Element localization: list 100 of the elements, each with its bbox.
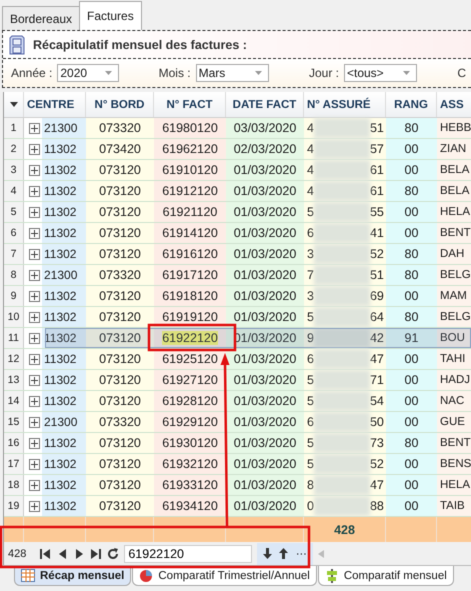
table-row[interactable]: 3 11302 073120 61910120 01/03/2020 4 61 00 BELA bbox=[4, 160, 471, 181]
table-cell: 61916120 bbox=[162, 247, 218, 261]
expand-icon[interactable] bbox=[29, 480, 40, 490]
column-header[interactable]: CENTRE bbox=[24, 92, 86, 117]
last-record-button[interactable] bbox=[90, 546, 102, 560]
expand-icon[interactable] bbox=[29, 500, 40, 512]
table-row[interactable]: 18 11302 073120 61933120 01/03/2020 8 47 00 HELA bbox=[4, 475, 471, 496]
expand-icon[interactable] bbox=[29, 248, 40, 260]
table-row[interactable]: 8 21300 073320 61917120 01/03/2020 7 51 80 BELG bbox=[4, 265, 471, 286]
column-header[interactable]: N° BORD bbox=[86, 92, 154, 117]
row-number: 15 bbox=[4, 412, 24, 432]
tab[interactable]: Bordereaux bbox=[2, 6, 80, 30]
table-cell: 03/03/2020 bbox=[234, 121, 296, 135]
table-row[interactable]: 4 11302 073120 61912120 01/03/2020 4 61 80 BELA bbox=[4, 181, 471, 202]
expand-icon[interactable] bbox=[29, 228, 40, 238]
expand-icon[interactable] bbox=[29, 270, 40, 280]
expand-icon[interactable] bbox=[29, 164, 40, 176]
sort-icon[interactable] bbox=[10, 102, 18, 107]
table-cell: 61917120 bbox=[162, 268, 218, 282]
table-row[interactable]: 12 11302 073120 61925120 01/03/2020 6 47 00 TAHI bbox=[4, 349, 471, 370]
table-cell: 61962120 bbox=[162, 142, 218, 156]
expand-icon[interactable] bbox=[29, 144, 40, 154]
row-number: 9 bbox=[4, 286, 24, 306]
table-row[interactable]: 6 11302 073120 61914120 01/03/2020 6 41 00 BENT bbox=[4, 223, 471, 244]
dropdown[interactable]: Mars bbox=[196, 64, 269, 82]
table-row[interactable]: 15 21300 073320 61929120 01/03/2020 6 50 00 GUE bbox=[4, 412, 471, 433]
tab[interactable]: Comparatif mensuel bbox=[318, 566, 454, 586]
table-cell: 11302 bbox=[44, 352, 76, 366]
table-row[interactable]: 17 11302 073120 61932120 01/03/2020 5 52 00 BENS bbox=[4, 454, 471, 475]
column-header[interactable]: N° FACT bbox=[154, 92, 226, 117]
tab[interactable]: Factures bbox=[79, 1, 142, 30]
table-row[interactable]: 16 11302 073120 61930120 01/03/2020 5 73 80 BENT bbox=[4, 433, 471, 454]
find-previous-button[interactable] bbox=[277, 546, 290, 560]
row-number: 4 bbox=[4, 181, 24, 201]
search-field[interactable]: 61922120 bbox=[124, 544, 252, 562]
table-row[interactable]: 10 11302 073120 61919120 01/03/2020 5 64 80 BELG bbox=[4, 307, 471, 328]
more-button[interactable]: ··· bbox=[293, 546, 310, 560]
table-cell: 80 bbox=[404, 247, 418, 261]
table-cell: DAH bbox=[440, 248, 464, 260]
table-cell: 50 bbox=[370, 415, 384, 429]
column-header[interactable]: N° ASSURÉ bbox=[304, 92, 386, 117]
expand-icon[interactable] bbox=[29, 122, 40, 134]
expand-icon[interactable] bbox=[29, 396, 40, 406]
table-cell: 11302 bbox=[44, 373, 76, 387]
table-cell: 5 bbox=[307, 394, 314, 408]
dropdown[interactable]: <tous> bbox=[344, 64, 418, 82]
table-cell: 55 bbox=[370, 205, 384, 219]
column-header[interactable]: RANG bbox=[386, 92, 437, 117]
table-cell: 073320 bbox=[99, 415, 141, 429]
table-cell: 80 bbox=[404, 268, 418, 282]
table-cell: 01/03/2020 bbox=[234, 394, 296, 408]
table-cell: 57 bbox=[370, 142, 384, 156]
table-cell: 01/03/2020 bbox=[234, 457, 296, 471]
blurred-text bbox=[314, 139, 370, 159]
first-record-button[interactable] bbox=[39, 546, 52, 560]
table-cell: 073120 bbox=[99, 352, 141, 366]
expand-icon[interactable] bbox=[29, 290, 40, 302]
table-cell: 00 bbox=[404, 226, 418, 240]
table-row[interactable]: 9 11302 073120 61918120 01/03/2020 3 69 00 MAM bbox=[4, 286, 471, 307]
table-row[interactable]: 7 11302 073120 61916120 01/03/2020 3 52 80 DAH bbox=[4, 244, 471, 265]
next-record-button[interactable] bbox=[73, 546, 86, 560]
table-row[interactable]: 19 11302 073120 61934120 01/03/2020 0 88 00 TAIB bbox=[4, 496, 471, 517]
column-header[interactable]: DATE FACT bbox=[226, 92, 304, 117]
refresh-button[interactable] bbox=[107, 546, 120, 560]
table-row[interactable]: 2 11302 073420 61962120 02/03/2020 4 57 00 ZIAN bbox=[4, 139, 471, 160]
table-cell: 11302 bbox=[44, 394, 76, 408]
expand-icon[interactable] bbox=[29, 312, 40, 322]
table-cell: 073420 bbox=[99, 142, 141, 156]
table-cell: 01/03/2020 bbox=[234, 415, 296, 429]
dropdown[interactable]: 2020 bbox=[57, 64, 119, 82]
table-cell: 073120 bbox=[99, 205, 141, 219]
expand-icon[interactable] bbox=[29, 186, 40, 196]
expand-icon[interactable] bbox=[29, 416, 40, 428]
table-row[interactable]: 14 11302 073120 61928120 01/03/2020 5 54 00 NAC bbox=[4, 391, 471, 412]
row-number: 14 bbox=[4, 391, 24, 411]
column-header[interactable]: ASS bbox=[437, 92, 471, 117]
table-cell: 01/03/2020 bbox=[234, 373, 296, 387]
panel-title: Récapitulatif mensuel des factures : bbox=[33, 38, 247, 52]
expand-icon[interactable] bbox=[29, 458, 40, 470]
row-number: 16 bbox=[4, 433, 24, 453]
expand-icon[interactable] bbox=[29, 438, 40, 448]
blurred-text bbox=[314, 412, 370, 432]
table-cell: 80 bbox=[404, 436, 418, 450]
blurred-text bbox=[314, 286, 370, 306]
table-cell: 073120 bbox=[99, 163, 141, 177]
row-number: 17 bbox=[4, 454, 24, 474]
table-row[interactable]: 5 11302 073120 61921120 01/03/2020 5 55 00 HELA bbox=[4, 202, 471, 223]
find-next-button[interactable] bbox=[261, 546, 274, 560]
expand-icon[interactable] bbox=[29, 354, 40, 364]
expand-icon[interactable] bbox=[29, 374, 40, 386]
table-cell: 073120 bbox=[99, 247, 141, 261]
expand-icon[interactable] bbox=[29, 332, 40, 344]
table-cell: 11302 bbox=[44, 205, 76, 219]
table-row[interactable]: 13 11302 073120 61927120 01/03/2020 5 71 00 HADJ bbox=[4, 370, 471, 391]
table-cell: 073120 bbox=[99, 394, 141, 408]
table-cell: 5 bbox=[307, 436, 314, 450]
expand-icon[interactable] bbox=[29, 206, 40, 218]
table-cell: 91 bbox=[404, 331, 418, 345]
blurred-text bbox=[314, 454, 370, 474]
table-row[interactable]: 1 21300 073320 61980120 03/03/2020 4 51 80 HEBB bbox=[4, 118, 471, 139]
